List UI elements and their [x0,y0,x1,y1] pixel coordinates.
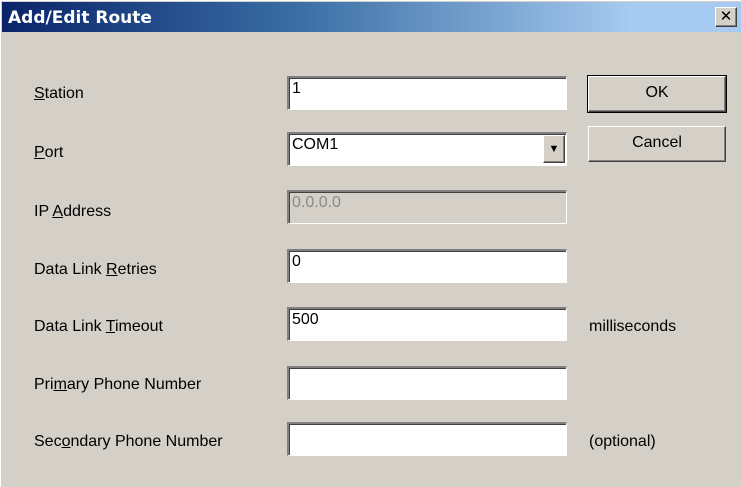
optional-note-label: (optional) [589,433,656,450]
milliseconds-unit-label: milliseconds [589,318,677,335]
port-select-value: COM1 [292,136,339,153]
ip-address-input: 0.0.0.0 [287,190,567,224]
ok-button[interactable]: OK [587,75,727,113]
chevron-down-icon: ▼ [548,143,560,155]
port-select[interactable]: COM1 ▼ [287,132,567,166]
title-bar: Add/Edit Route ✕ [2,2,741,32]
data-link-retries-input[interactable]: 0 [287,249,567,283]
port-dropdown-button[interactable]: ▼ [543,135,565,163]
station-input[interactable]: 1 [287,76,567,110]
data-link-timeout-input[interactable]: 500 [287,307,567,341]
port-label: Port [34,144,64,161]
close-icon: ✕ [719,8,733,25]
secondary-phone-input[interactable] [287,422,567,456]
cancel-button[interactable]: Cancel [588,126,726,162]
station-label: Station [34,85,84,102]
close-button[interactable]: ✕ [715,7,737,27]
primary-phone-label: Primary Phone Number [34,376,202,393]
ip-address-label: IP Address [34,203,112,220]
data-link-timeout-label: Data Link Timeout [34,318,163,335]
secondary-phone-label: Secondary Phone Number [34,433,223,450]
primary-phone-input[interactable] [287,366,567,400]
window-title: Add/Edit Route [8,8,152,28]
add-edit-route-dialog: Add/Edit Route ✕ Station 1 Port COM1 ▼ I… [0,0,741,487]
data-link-retries-label: Data Link Retries [34,261,157,278]
